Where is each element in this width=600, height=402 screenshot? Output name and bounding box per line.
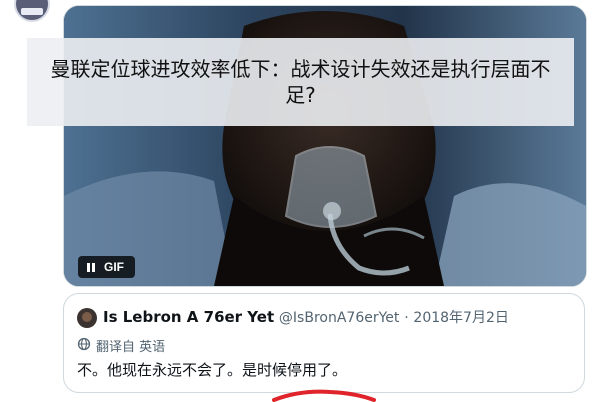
- quoted-author-name[interactable]: Is Lebron A 76er Yet: [103, 308, 274, 326]
- gif-label: GIF: [104, 260, 124, 274]
- pause-icon[interactable]: [87, 262, 95, 272]
- quoted-tweet-date[interactable]: 2018年7月2日: [413, 310, 508, 326]
- globe-translate-icon: [77, 337, 91, 355]
- quoted-author-avatar[interactable]: [77, 308, 97, 328]
- headline-overlay: 曼联定位球进攻效率低下：战术设计失效还是执行层面不足?: [27, 38, 574, 126]
- quoted-author-handle[interactable]: @IsBronA76erYet: [279, 310, 399, 326]
- translation-notice[interactable]: 翻译自 英语: [77, 336, 165, 355]
- quoted-tweet[interactable]: Is Lebron A 76er Yet @IsBronA76erYet · 2…: [63, 293, 585, 393]
- poster-avatar[interactable]: [14, 0, 50, 22]
- quoted-author-line: Is Lebron A 76er Yet @IsBronA76erYet · 2…: [103, 307, 509, 328]
- translation-label: 翻译自 英语: [96, 340, 166, 355]
- meta-separator: ·: [404, 310, 409, 326]
- quoted-tweet-text: 不。他现在永远不会了。是时候停用了。: [77, 361, 348, 379]
- gif-badge[interactable]: GIF: [78, 256, 135, 278]
